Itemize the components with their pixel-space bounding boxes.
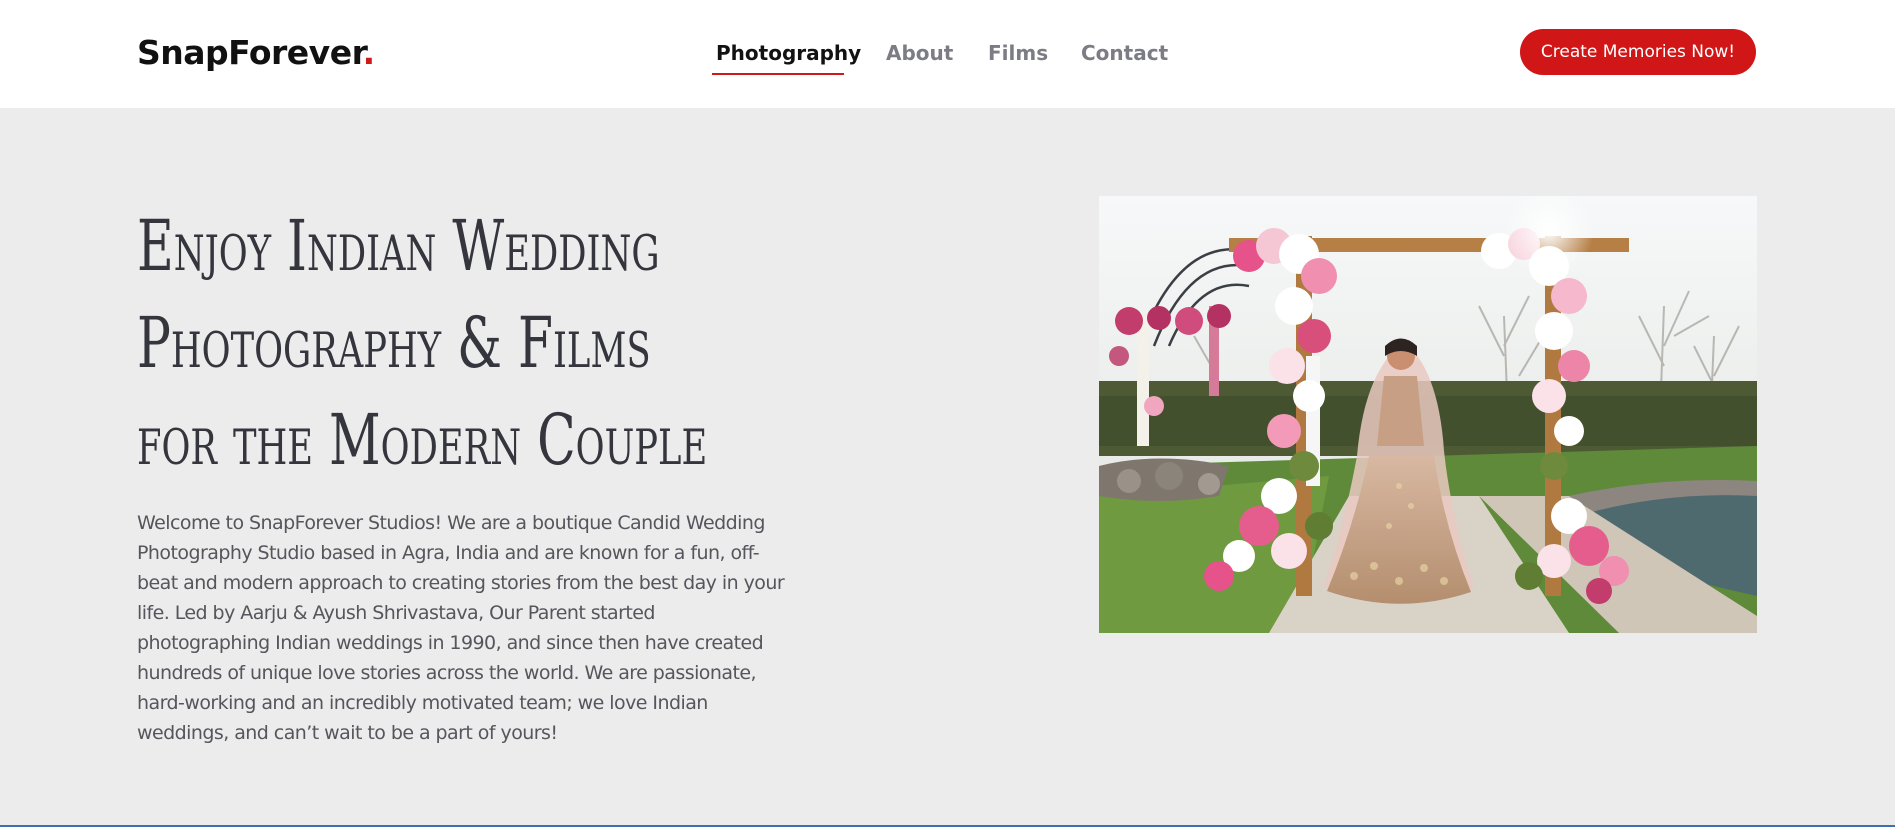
site-header: SnapForever. Photography About Films Con… [0, 0, 1895, 108]
wedding-photo [1099, 196, 1757, 633]
nav-link-contact[interactable]: Contact [1081, 40, 1168, 66]
wedding-photo-illustration [1099, 196, 1757, 633]
intro-paragraph: Welcome to SnapForever Studios! We are a… [137, 512, 785, 744]
nav-active-underline [712, 73, 844, 75]
nav-link-photography[interactable]: Photography [712, 40, 862, 75]
nav-label-photography: Photography [716, 41, 862, 65]
logo-text: SnapForever [137, 33, 363, 72]
nav-link-about[interactable]: About [886, 40, 953, 66]
nav-link-films[interactable]: Films [988, 40, 1048, 66]
hero-title-line-2: Photography & Films [137, 302, 651, 384]
logo-dot: . [362, 33, 376, 72]
hero-title-line-3: for the Modern Couple [137, 399, 708, 481]
create-memories-button[interactable]: Create Memories Now! [1520, 29, 1756, 75]
hero-title-line-1: Enjoy Indian Wedding [137, 205, 660, 287]
logo[interactable]: SnapForever. [137, 30, 375, 76]
hero-title: Enjoy Indian Wedding Photography & Films… [137, 198, 707, 489]
